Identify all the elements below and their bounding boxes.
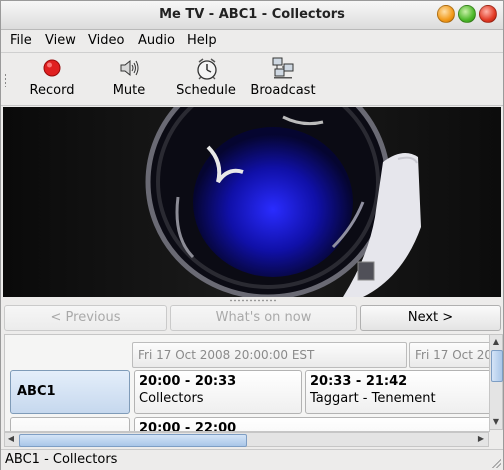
vertical-scroll-thumb[interactable] — [491, 350, 503, 382]
time-header: Fri 17 Oct 2008 21:00:00 EST — [409, 342, 489, 368]
program-title: Taggart - Tenement — [310, 391, 436, 406]
record-button[interactable]: Record — [29, 57, 75, 101]
epg-grid: Fri 17 Oct 2008 20:00:00 EST Fri 17 Oct … — [4, 334, 490, 432]
video-display[interactable] — [3, 107, 501, 297]
menu-bar: File View Video Audio Help — [1, 30, 503, 53]
menu-file[interactable]: File — [10, 33, 32, 48]
status-text: ABC1 - Collectors — [5, 452, 118, 467]
horizontal-scrollbar[interactable]: ◀ ▶ — [4, 432, 489, 447]
menu-video[interactable]: Video — [88, 33, 124, 48]
next-button[interactable]: Next > — [360, 305, 501, 331]
channel-button[interactable] — [10, 417, 130, 431]
broadcast-button[interactable]: Broadcast — [249, 57, 317, 101]
record-icon — [41, 57, 63, 79]
record-label: Record — [29, 83, 75, 98]
resize-grip-icon[interactable] — [491, 458, 501, 468]
main-window: Me TV - ABC1 - Collectors File View Vide… — [0, 0, 504, 470]
horizontal-scroll-thumb[interactable] — [19, 434, 247, 447]
menu-view[interactable]: View — [45, 33, 76, 48]
program-cell[interactable]: 20:00 - 22:00 — [134, 417, 489, 432]
channel-button-abc1[interactable]: ABC1 — [10, 370, 130, 414]
schedule-button[interactable]: Schedule — [175, 57, 237, 101]
menu-help[interactable]: Help — [187, 33, 217, 48]
mute-button[interactable]: Mute — [107, 57, 151, 101]
program-time: 20:00 - 20:33 — [139, 374, 237, 389]
vertical-scrollbar[interactable]: ▲ ▼ — [489, 334, 503, 430]
previous-button[interactable]: < Previous — [4, 305, 167, 331]
window-title: Me TV - ABC1 - Collectors — [159, 7, 345, 22]
status-bar: ABC1 - Collectors — [1, 449, 503, 470]
program-cell[interactable]: 20:00 - 20:33 Collectors — [134, 370, 302, 414]
program-time: 20:33 - 21:42 — [310, 374, 408, 389]
scroll-up-icon[interactable]: ▲ — [490, 336, 502, 348]
toolbar-grip[interactable] — [4, 73, 7, 87]
network-icon — [272, 57, 294, 79]
scroll-left-icon[interactable]: ◀ — [5, 433, 17, 445]
whats-on-now-button[interactable]: What's on now — [170, 305, 357, 331]
mute-label: Mute — [112, 83, 146, 98]
program-title: Collectors — [139, 391, 204, 406]
video-frame-image — [3, 107, 501, 297]
scrollbar-corner — [489, 432, 503, 447]
broadcast-label: Broadcast — [250, 83, 316, 98]
program-time: 20:00 - 22:00 — [139, 421, 237, 432]
schedule-label: Schedule — [176, 83, 236, 98]
scroll-right-icon[interactable]: ▶ — [475, 433, 487, 445]
clock-icon — [195, 57, 217, 80]
close-button[interactable] — [479, 5, 497, 23]
scroll-down-icon[interactable]: ▼ — [490, 416, 502, 428]
title-bar[interactable]: Me TV - ABC1 - Collectors — [1, 1, 503, 30]
speaker-icon — [118, 57, 140, 79]
minimize-button[interactable] — [437, 5, 455, 23]
menu-audio[interactable]: Audio — [138, 33, 175, 48]
toolbar: Record Mute Schedule Broadcast — [1, 53, 503, 106]
time-header: Fri 17 Oct 2008 20:00:00 EST — [132, 342, 407, 368]
pane-splitter[interactable] — [1, 298, 503, 303]
program-cell[interactable]: 20:33 - 21:42 Taggart - Tenement — [305, 370, 489, 414]
maximize-button[interactable] — [458, 5, 476, 23]
